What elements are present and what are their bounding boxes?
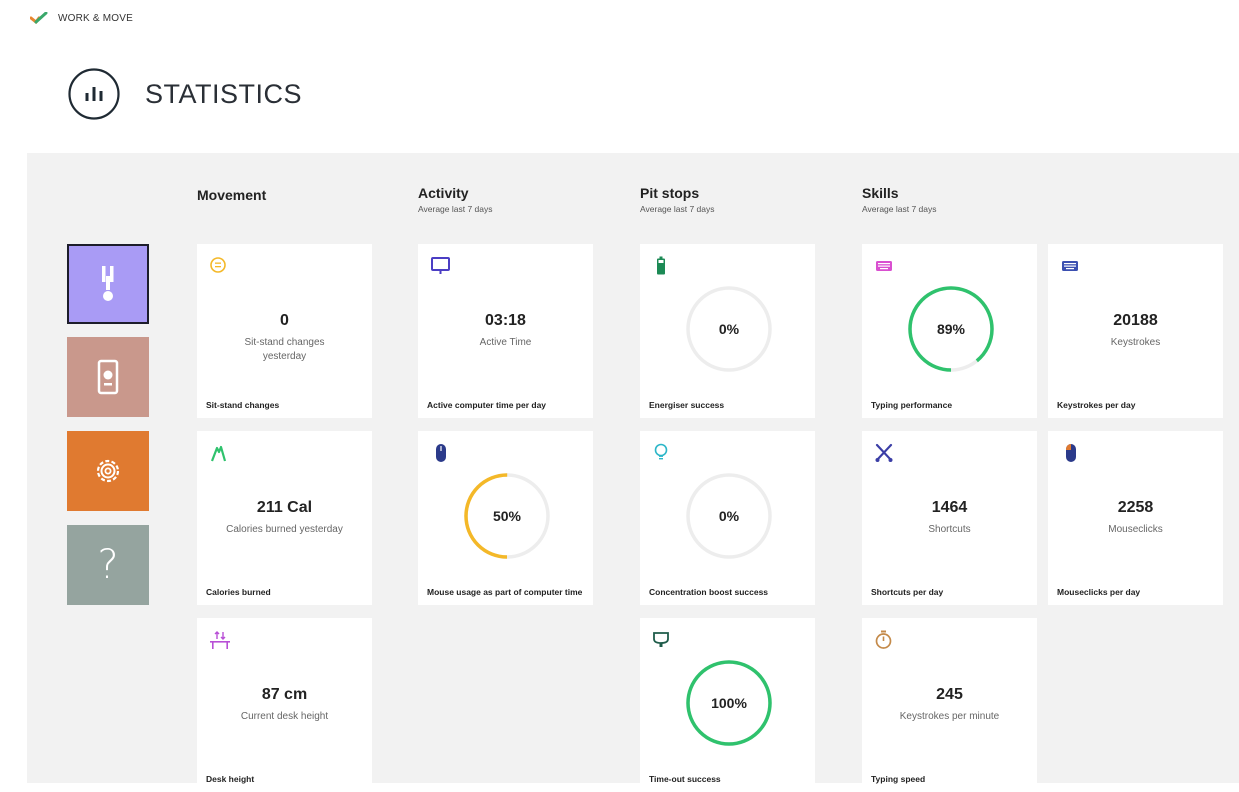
stat-value: 03:18 (485, 312, 526, 329)
card-label: Desk height (206, 773, 255, 784)
posture-icon (102, 266, 114, 301)
app-brand: WORK & MOVE (30, 12, 133, 24)
section-activity: Activity Average last 7 days (418, 185, 493, 214)
stat-value: 2258 (1117, 499, 1154, 516)
card-label: Sit-stand changes (206, 399, 280, 410)
question-icon: ? (97, 542, 119, 588)
cup-icon (653, 632, 669, 647)
statistics-panel: ? Movement Activity Average last 7 days … (27, 153, 1239, 792)
bar-chart-icon (68, 68, 120, 120)
card-sit-stand-changes[interactable]: 0 Sit-stand changes yesterday Sit-stand … (197, 244, 372, 418)
keyboard-icon (1062, 261, 1078, 271)
battery-icon (657, 256, 665, 275)
card-label: Mouse usage as part of computer time (427, 586, 583, 597)
progress-percent: 100% (711, 695, 747, 711)
card-label: Typing speed (871, 773, 926, 784)
card-typing-performance[interactable]: 89% Typing performance (862, 244, 1037, 418)
card-label: Energiser success (649, 399, 725, 410)
stat-description: Active Time (479, 337, 532, 348)
stat-value: 245 (936, 686, 963, 703)
lightbulb-icon (654, 443, 668, 460)
progress-percent: 89% (936, 321, 966, 337)
device-icon (97, 359, 119, 395)
stat-value: 1464 (931, 499, 968, 516)
sidebar-item-device[interactable] (67, 337, 149, 417)
stat-description: Keystrokes per minute (899, 711, 1000, 722)
section-title: Movement (197, 187, 267, 203)
desk-height-icon (210, 631, 230, 649)
progress-percent: 50% (492, 508, 522, 524)
card-active-computer-time[interactable]: 03:18 Active Time Active computer time p… (418, 244, 593, 418)
card-calories-burned[interactable]: 211 Cal Calories burned yesterday Calori… (197, 431, 372, 605)
card-typing-speed[interactable]: 245 Keystrokes per minute Typing speed (862, 618, 1037, 792)
stat-value: 87 cm (261, 686, 308, 703)
card-label: Keystrokes per day (1057, 399, 1136, 410)
card-time-out-success[interactable]: 100% Time-out success (640, 618, 815, 792)
stat-description: Current desk height (240, 711, 329, 722)
card-mouseclicks[interactable]: 2258 Mouseclicks Mouseclicks per day (1048, 431, 1223, 605)
stat-description: Calories burned yesterday (226, 524, 343, 535)
stat-value: 0 (280, 312, 289, 329)
section-movement: Movement (197, 187, 266, 203)
checkmark-logo-icon (30, 12, 48, 24)
stat-description: Shortcuts (928, 524, 971, 535)
stat-value: 211 Cal (256, 499, 313, 516)
mouse-icon (436, 444, 446, 462)
scissors-icon (875, 443, 893, 462)
stat-description: Mouseclicks (1108, 524, 1163, 535)
card-label: Typing performance (871, 399, 953, 410)
section-subtitle: Average last 7 days (862, 204, 937, 214)
gear-icon (96, 459, 120, 483)
monitor-icon (431, 257, 450, 274)
section-pitstops: Pit stops Average last 7 days (640, 185, 715, 214)
progress-percent: 0% (718, 321, 740, 337)
stat-description: Keystrokes (1110, 337, 1161, 348)
sidebar-item-movement[interactable] (67, 244, 149, 324)
mouse-icon (1066, 444, 1076, 462)
page-header: STATISTICS (67, 67, 302, 121)
card-keystrokes[interactable]: 20188 Keystrokes Keystrokes per day (1048, 244, 1223, 418)
card-concentration-boost[interactable]: 0% Concentration boost success (640, 431, 815, 605)
section-skills: Skills Average last 7 days (862, 185, 937, 214)
flame-icon (210, 445, 227, 462)
section-subtitle: Average last 7 days (418, 204, 493, 214)
stopwatch-icon (875, 630, 892, 649)
card-label: Calories burned (206, 586, 271, 597)
section-subtitle: Average last 7 days (640, 204, 715, 214)
sidebar-item-settings[interactable] (67, 431, 149, 511)
smiley-icon (210, 257, 226, 273)
section-title: Activity (418, 185, 469, 201)
section-title: Skills (862, 185, 899, 201)
section-title: Pit stops (640, 185, 700, 201)
card-desk-height[interactable]: 87 cm Current desk height Desk height (197, 618, 372, 792)
card-energiser-success[interactable]: 0% Energiser success (640, 244, 815, 418)
brand-name: WORK & MOVE (58, 12, 133, 24)
stat-description: Sit-stand changes yesterday (244, 337, 325, 362)
progress-percent: 0% (718, 508, 740, 524)
card-label: Time-out success (649, 773, 721, 784)
card-label: Active computer time per day (427, 399, 547, 410)
page-title: STATISTICS (145, 78, 303, 109)
card-label: Shortcuts per day (871, 586, 944, 597)
card-mouse-usage[interactable]: 50% Mouse usage as part of computer time (418, 431, 593, 605)
keyboard-icon (876, 261, 892, 271)
card-shortcuts[interactable]: 1464 Shortcuts Shortcuts per day (862, 431, 1037, 605)
sidebar-item-help[interactable]: ? (67, 525, 149, 605)
stat-value: 20188 (1113, 312, 1158, 329)
card-label: Concentration boost success (649, 586, 769, 597)
card-label: Mouseclicks per day (1057, 586, 1141, 597)
